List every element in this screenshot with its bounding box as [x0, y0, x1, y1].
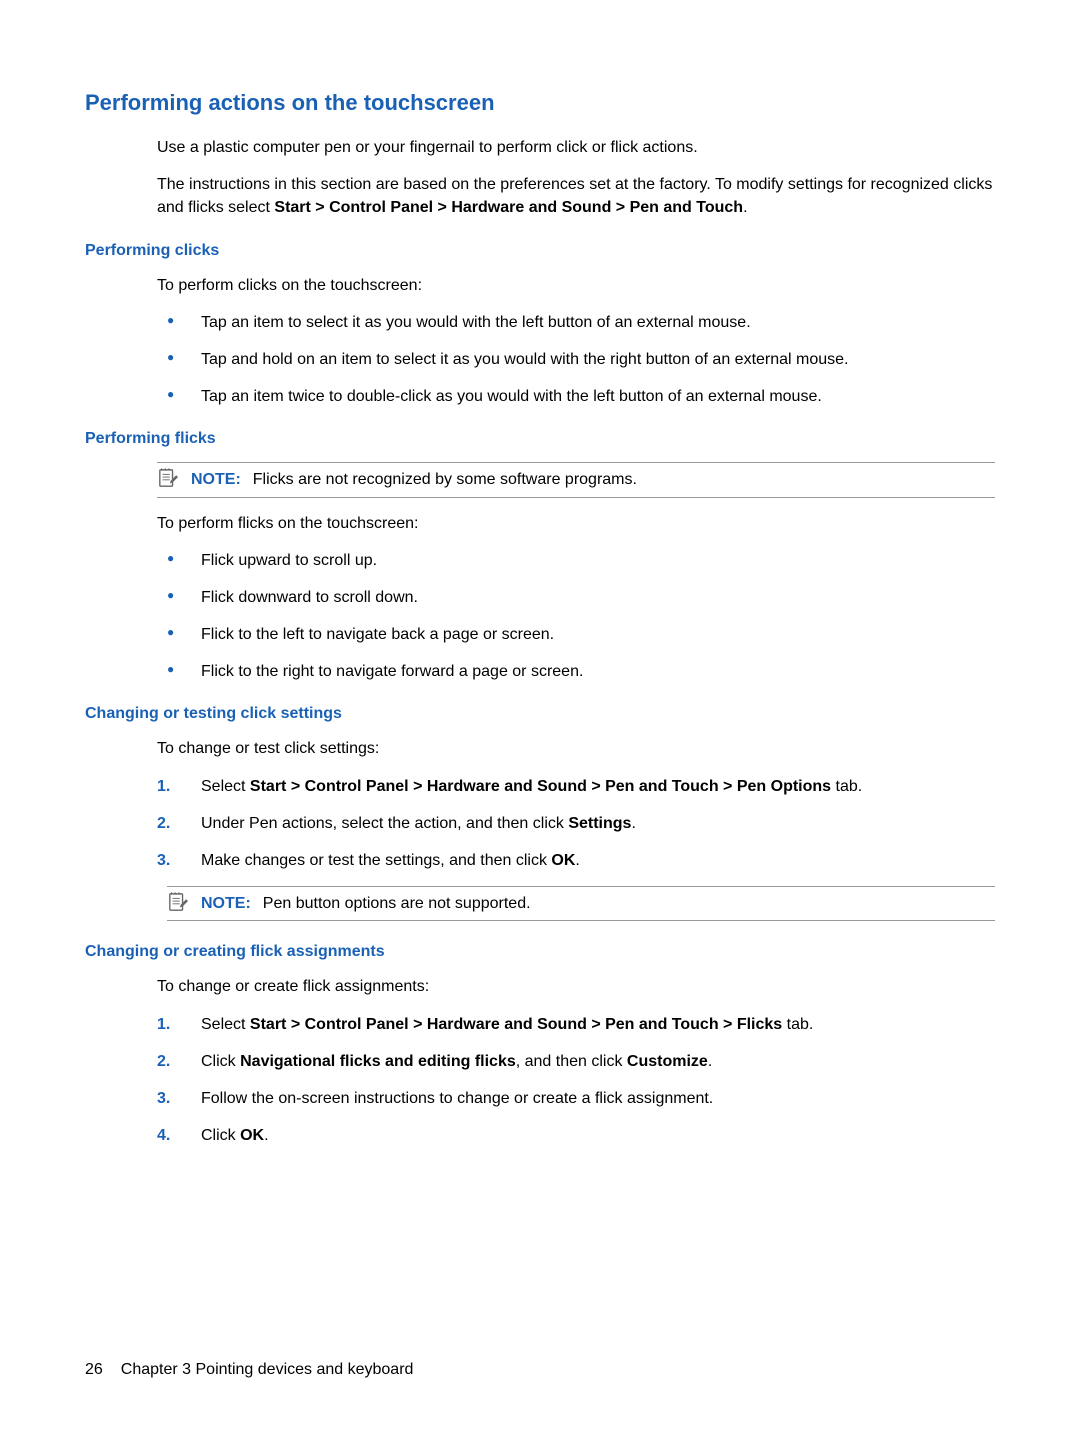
- note-callout: NOTE: Pen button options are not supporte…: [167, 886, 995, 921]
- note-label: NOTE:: [201, 895, 251, 912]
- nav-path-bold: Start > Control Panel > Hardware and Sou…: [250, 778, 831, 795]
- text: Under Pen actions, select the action, an…: [201, 815, 568, 832]
- nav-path-bold: Start > Control Panel > Hardware and Sou…: [250, 1016, 782, 1033]
- bullet-list: Tap an item to select it as you would wi…: [157, 311, 995, 409]
- list-item: Flick to the left to navigate back a pag…: [157, 623, 995, 646]
- text: Click: [201, 1127, 240, 1144]
- note-icon: [167, 892, 189, 912]
- list-item: Under Pen actions, select the action, an…: [157, 812, 995, 835]
- intro-paragraph-1: Use a plastic computer pen or your finge…: [157, 136, 995, 159]
- lead-text: To perform flicks on the touchscreen:: [157, 512, 995, 535]
- document-page: Performing actions on the touchscreen Us…: [0, 0, 1080, 1437]
- text: .: [264, 1127, 268, 1144]
- lead-text: To perform clicks on the touchscreen:: [157, 274, 995, 297]
- list-item: Click Navigational flicks and editing fl…: [157, 1050, 995, 1073]
- flick-assignments-block: To change or create flick assignments: S…: [157, 975, 995, 1147]
- heading-performing-flicks: Performing flicks: [85, 430, 995, 448]
- text: .: [743, 199, 747, 216]
- lead-text: To change or create flick assignments:: [157, 975, 995, 998]
- list-item: Tap and hold on an item to select it as …: [157, 348, 995, 371]
- note-text: Pen button options are not supported.: [263, 895, 531, 912]
- note-text: Flicks are not recognized by some softwa…: [253, 471, 637, 488]
- note-callout: NOTE: Flicks are not recognized by some s…: [157, 462, 995, 497]
- text: Make changes or test the settings, and t…: [201, 852, 551, 869]
- list-item: Tap an item twice to double-click as you…: [157, 385, 995, 408]
- intro-paragraph-2: The instructions in this section are bas…: [157, 173, 995, 219]
- text: Select: [201, 1016, 250, 1033]
- ordered-list: Select Start > Control Panel > Hardware …: [157, 1013, 995, 1148]
- bold-text: Customize: [627, 1053, 708, 1070]
- bold-text: OK: [551, 852, 575, 869]
- click-settings-block: To change or test click settings: Select…: [157, 737, 995, 921]
- heading-performing-clicks: Performing clicks: [85, 242, 995, 260]
- text: tab.: [831, 778, 862, 795]
- intro-block: Use a plastic computer pen or your finge…: [157, 136, 995, 220]
- list-item: Flick upward to scroll up.: [157, 549, 995, 572]
- bold-text: Navigational flicks and editing flicks: [240, 1053, 516, 1070]
- page-number: 26: [85, 1361, 103, 1378]
- chapter-label: Chapter 3 Pointing devices and keyboard: [121, 1361, 414, 1378]
- list-item: Select Start > Control Panel > Hardware …: [157, 1013, 995, 1036]
- heading-click-settings: Changing or testing click settings: [85, 705, 995, 723]
- ordered-list: Select Start > Control Panel > Hardware …: [157, 775, 995, 873]
- bold-text: Settings: [568, 815, 631, 832]
- text: .: [575, 852, 579, 869]
- note-icon: [157, 468, 179, 488]
- list-item: Make changes or test the settings, and t…: [157, 849, 995, 872]
- text: , and then click: [516, 1053, 627, 1070]
- text: .: [708, 1053, 712, 1070]
- lead-text: To change or test click settings:: [157, 737, 995, 760]
- heading-main: Performing actions on the touchscreen: [85, 90, 995, 116]
- text: Select: [201, 778, 250, 795]
- list-item: Click OK.: [157, 1124, 995, 1147]
- flicks-block: NOTE: Flicks are not recognized by some s…: [157, 462, 995, 683]
- bold-text: OK: [240, 1127, 264, 1144]
- nav-path-bold: Start > Control Panel > Hardware and Sou…: [274, 199, 743, 216]
- note-label: NOTE:: [191, 471, 241, 488]
- list-item: Follow the on-screen instructions to cha…: [157, 1087, 995, 1110]
- list-item: Flick downward to scroll down.: [157, 586, 995, 609]
- bullet-list: Flick upward to scroll up. Flick downwar…: [157, 549, 995, 684]
- page-footer: 26 Chapter 3 Pointing devices and keyboar…: [85, 1361, 413, 1379]
- list-item: Flick to the right to navigate forward a…: [157, 660, 995, 683]
- text: Click: [201, 1053, 240, 1070]
- list-item: Select Start > Control Panel > Hardware …: [157, 775, 995, 798]
- text: .: [631, 815, 635, 832]
- clicks-block: To perform clicks on the touchscreen: Ta…: [157, 274, 995, 409]
- text: tab.: [782, 1016, 813, 1033]
- list-item: Tap an item to select it as you would wi…: [157, 311, 995, 334]
- heading-flick-assignments: Changing or creating flick assignments: [85, 943, 995, 961]
